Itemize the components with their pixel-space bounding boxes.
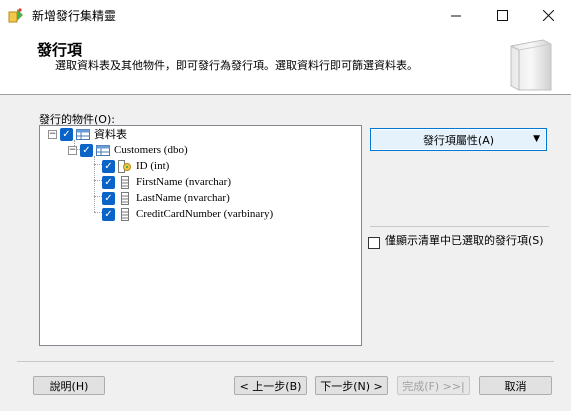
column-icon — [121, 191, 129, 205]
column-icon — [121, 207, 129, 221]
wizard-icon — [8, 8, 23, 23]
minimize-icon — [450, 15, 461, 16]
tree-item-label: Customers (dbo) — [114, 144, 188, 156]
tree-item-column-creditcardnumber[interactable]: ✓ CreditCardNumber (varbinary) — [102, 206, 273, 222]
show-only-selected-option[interactable]: 僅顯示清單中已選取的發行項(S) — [368, 235, 553, 249]
checkbox-checked-icon[interactable]: ✓ — [80, 143, 93, 157]
tree-connector — [94, 212, 102, 213]
tree-item-column-id[interactable]: ✓ ID (int) — [102, 158, 169, 174]
tree-item-label: LastName (nvarchar) — [136, 192, 230, 204]
window-title: 新增發行集精靈 — [32, 9, 117, 23]
close-icon — [542, 9, 554, 21]
tree-connector — [94, 164, 102, 165]
close-button[interactable] — [525, 0, 571, 30]
article-properties-label: 發行項屬性(A) — [422, 133, 495, 147]
cancel-button[interactable]: 取消 — [479, 376, 552, 395]
objects-tree[interactable]: − ✓ 資料表 − ✓ Customers (dbo) ✓ ID (int) ✓… — [39, 125, 362, 346]
page-subtitle: 選取資料表及其他物件，即可發行為發行項。選取資料行即可篩選資料表。 — [55, 59, 418, 72]
tree-item-column-firstname[interactable]: ✓ FirstName (nvarchar) — [102, 174, 231, 190]
checkbox-checked-icon[interactable]: ✓ — [102, 191, 115, 205]
article-properties-button[interactable]: 發行項屬性(A) ▼ — [370, 128, 547, 151]
collapse-icon[interactable]: − — [68, 145, 77, 155]
tree-connector — [94, 180, 102, 181]
wizard-header: 發行項 選取資料表及其他物件，即可發行為發行項。選取資料行即可篩選資料表。 — [0, 30, 571, 94]
tree-item-label: CreditCardNumber (varbinary) — [136, 208, 274, 220]
tree-item-label: 資料表 — [94, 128, 127, 141]
tree-item-label: ID (int) — [136, 160, 170, 172]
back-button[interactable]: < 上一步(B) — [234, 376, 307, 395]
tree-item-column-lastname[interactable]: ✓ LastName (nvarchar) — [102, 190, 230, 206]
tree-item-label: FirstName (nvarchar) — [136, 176, 231, 188]
primary-key-column-icon — [118, 159, 131, 173]
dropdown-arrow-icon: ▼ — [533, 134, 540, 144]
show-only-selected-checkbox[interactable] — [368, 237, 380, 249]
footer-divider — [17, 361, 554, 362]
side-divider — [370, 226, 549, 227]
maximize-button[interactable] — [479, 0, 525, 30]
minimize-button[interactable] — [433, 0, 479, 30]
checkbox-checked-icon[interactable]: ✓ — [102, 207, 115, 221]
checkbox-checked-icon[interactable]: ✓ — [60, 127, 73, 141]
book-graphic — [510, 39, 552, 91]
table-icon — [96, 144, 110, 156]
tree-item-customers[interactable]: − ✓ Customers (dbo) — [68, 142, 188, 158]
next-button[interactable]: 下一步(N) > — [315, 376, 388, 395]
column-icon — [121, 175, 129, 189]
tree-item-tables[interactable]: − ✓ 資料表 — [48, 126, 127, 142]
finish-button[interactable]: 完成(F) >>| — [397, 376, 470, 395]
show-only-selected-label: 僅顯示清單中已選取的發行項(S) — [385, 234, 544, 247]
tree-connector — [94, 196, 102, 197]
tables-folder-icon — [76, 128, 90, 140]
wizard-body: 發行的物件(O): − ✓ 資料表 − ✓ Customers (dbo) ✓ … — [0, 95, 571, 411]
maximize-icon — [496, 9, 508, 21]
checkbox-checked-icon[interactable]: ✓ — [102, 175, 115, 189]
collapse-icon[interactable]: − — [48, 129, 57, 139]
checkbox-checked-icon[interactable]: ✓ — [102, 159, 115, 173]
title-bar: 新增發行集精靈 — [0, 0, 571, 30]
help-button[interactable]: 說明(H) — [33, 376, 105, 395]
